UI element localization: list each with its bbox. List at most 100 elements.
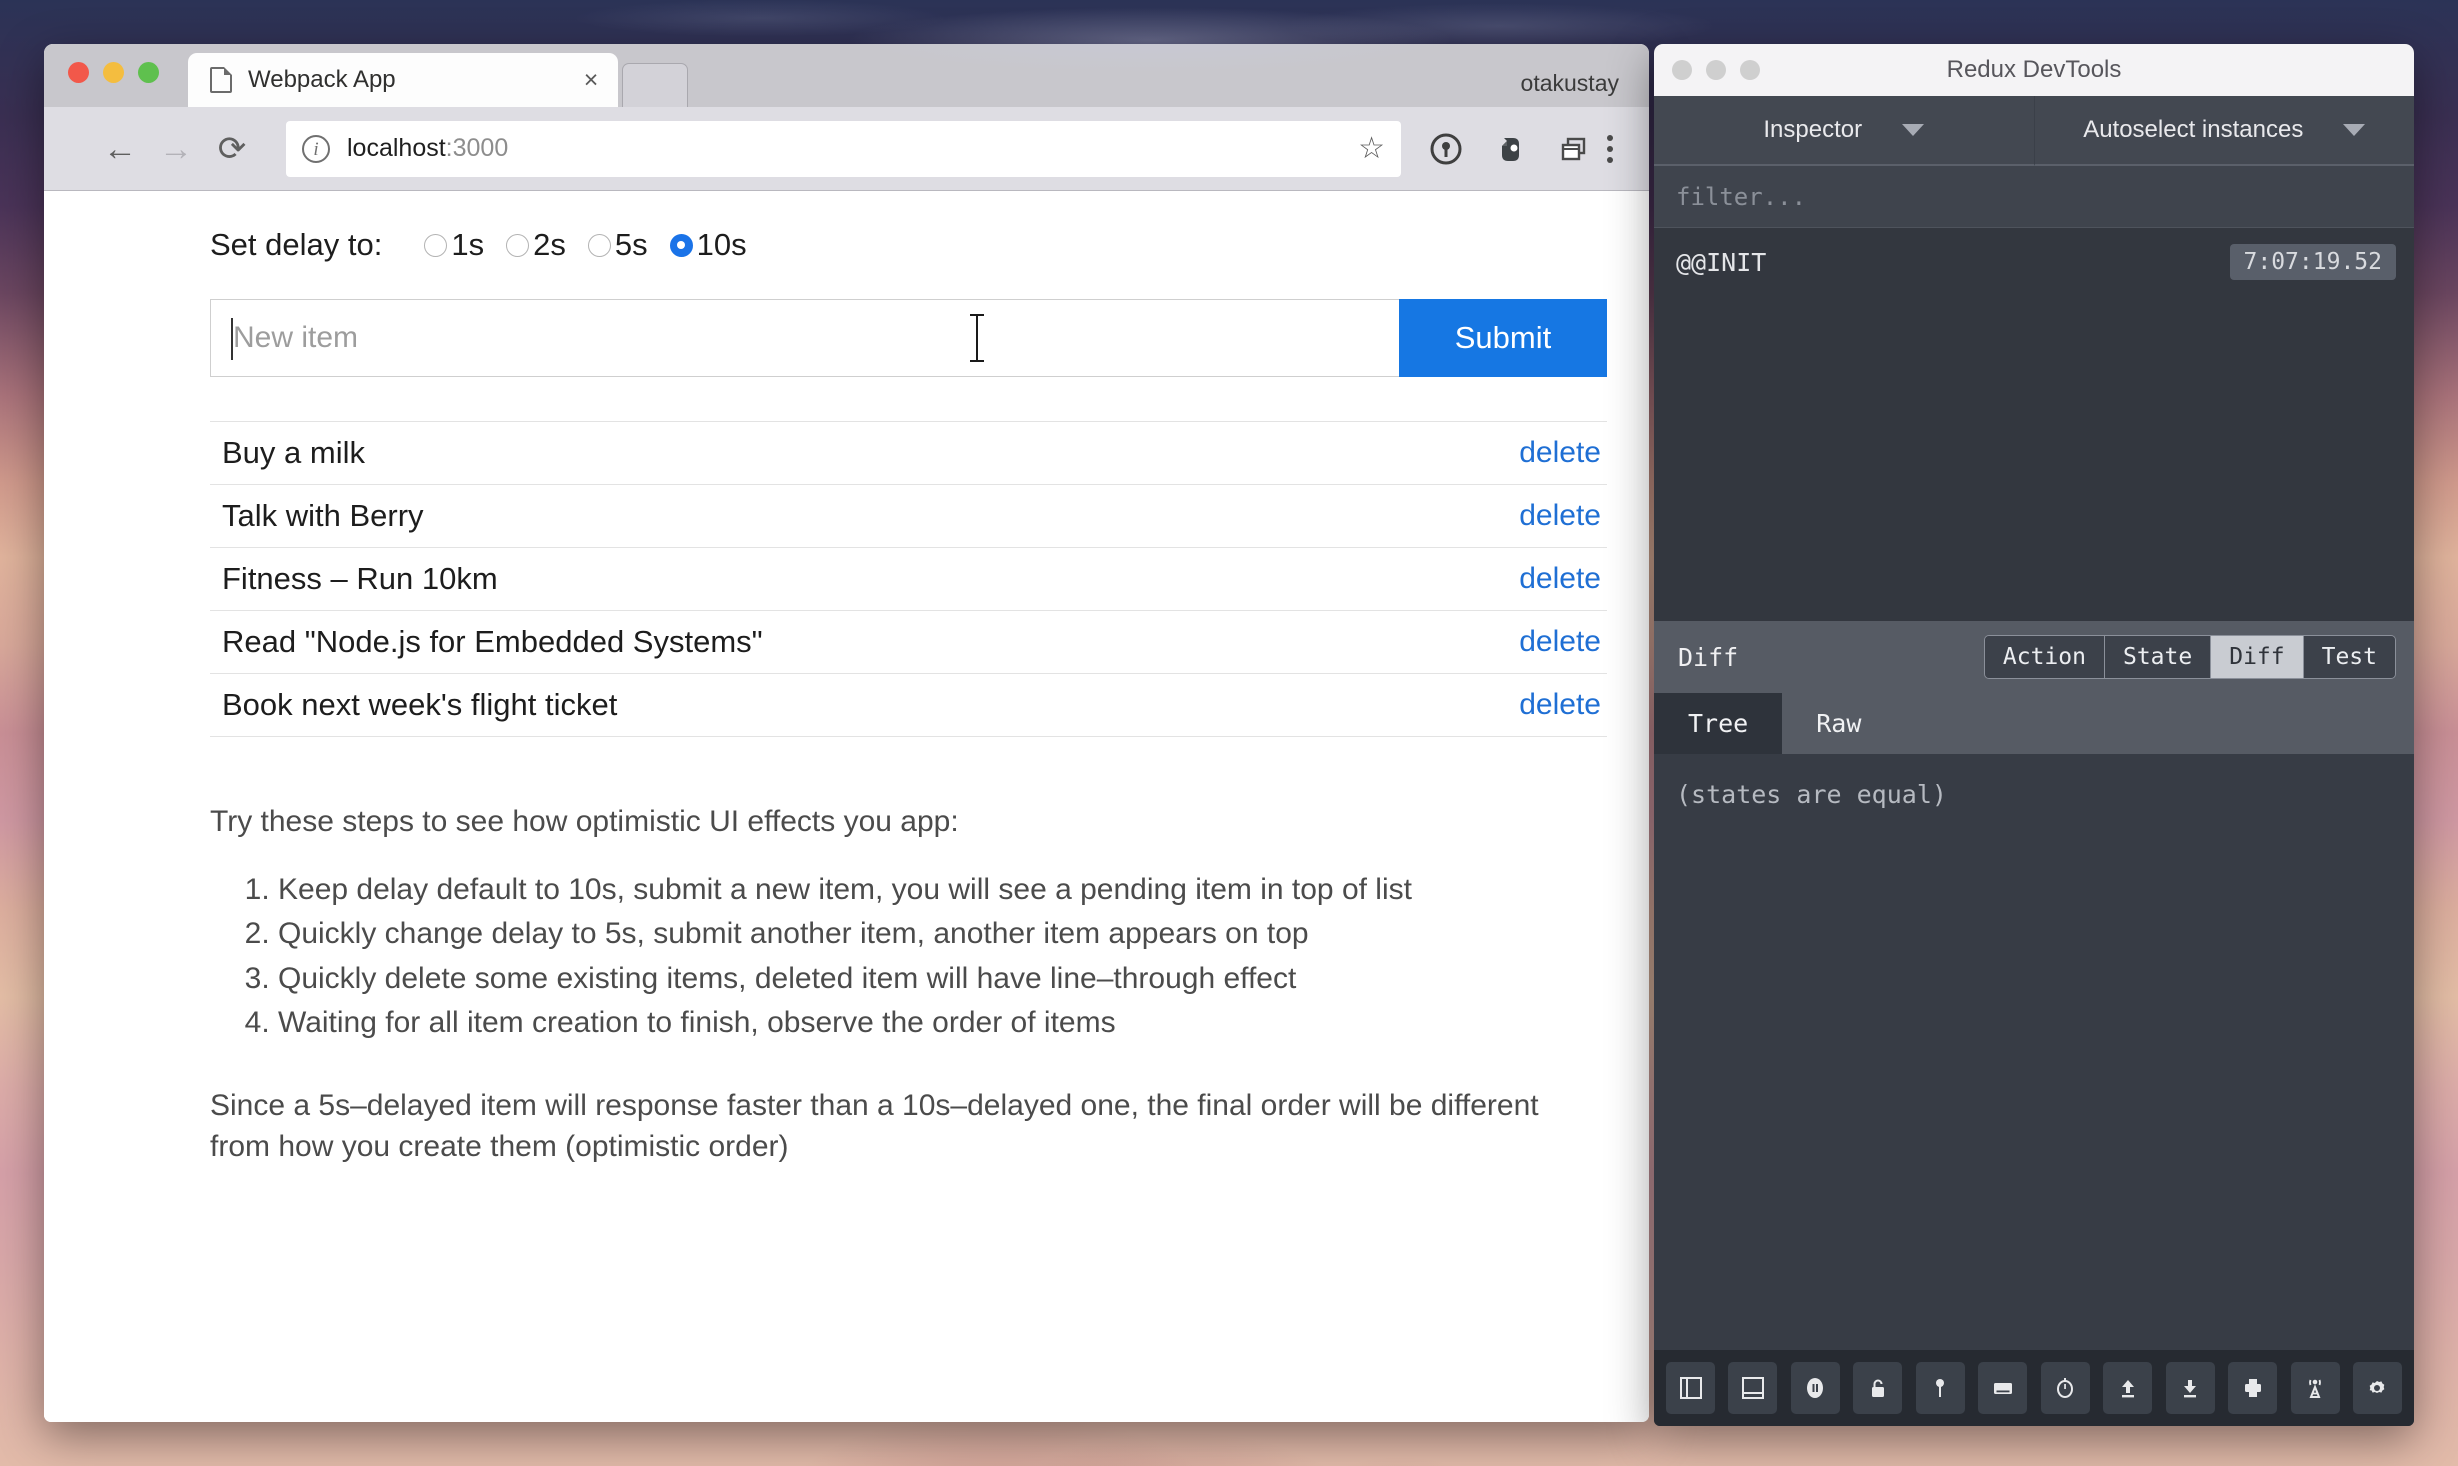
bookmark-star-icon[interactable]: ☆ — [1358, 133, 1385, 164]
broadcast-icon[interactable] — [2290, 1362, 2340, 1414]
three-dot-menu-icon[interactable] — [1593, 134, 1627, 163]
inspector-mode-label: Diff — [1678, 642, 1739, 672]
close-icon[interactable]: × — [574, 67, 618, 93]
gear-icon[interactable] — [2352, 1362, 2402, 1414]
radio-icon[interactable] — [587, 233, 611, 257]
instance-selector[interactable]: Autoselect instances — [2033, 96, 2414, 166]
page-icon — [210, 67, 232, 93]
browser-window: Webpack App × otakustay ← → ⟳ i localhos… — [44, 44, 1649, 1422]
maximize-window-button[interactable] — [1740, 60, 1760, 80]
new-item-input[interactable]: New item — [210, 299, 1399, 377]
action-list: @@INIT 7:07:19.52 — [1654, 228, 2414, 621]
url-host: localhost — [347, 134, 446, 162]
tab-action[interactable]: Action — [1984, 636, 2105, 678]
delay-option-1s[interactable]: 1s — [424, 227, 484, 263]
list-item: Keep delay default to 10s, submit a new … — [278, 871, 1607, 909]
delay-option-5s[interactable]: 5s — [587, 227, 648, 263]
list-item[interactable]: @@INIT 7:07:19.52 — [1654, 234, 2414, 290]
radio-icon-selected[interactable] — [669, 233, 693, 257]
timer-icon[interactable] — [2040, 1362, 2090, 1414]
delay-setting-row: Set delay to: 1s 2s 5s 10s — [210, 227, 1607, 263]
info-icon[interactable]: i — [302, 134, 330, 163]
password-manager-icon[interactable] — [1427, 130, 1465, 168]
tab-test[interactable]: Test — [2303, 636, 2395, 678]
todo-text: Fitness – Run 10km — [222, 561, 498, 596]
list-item: Quickly delete some existing items, dele… — [278, 960, 1607, 998]
instructions-intro: Try these steps to see how optimistic UI… — [210, 805, 959, 838]
inspector-subtabs: Tree Raw — [1654, 693, 2414, 754]
list-item: Quickly change delay to 5s, submit anoth… — [278, 915, 1607, 953]
maximize-window-button[interactable] — [138, 62, 159, 83]
pin-icon[interactable] — [1915, 1362, 1965, 1414]
reload-icon[interactable]: ⟳ — [204, 132, 260, 166]
tab-state[interactable]: State — [2104, 636, 2212, 678]
delete-link[interactable]: delete — [1519, 499, 1601, 533]
chevron-down-icon — [2343, 124, 2366, 136]
devtools-selectors: Inspector Autoselect instances — [1654, 96, 2414, 166]
todo-text: Book next week's flight ticket — [222, 687, 618, 722]
action-name: @@INIT — [1676, 247, 1767, 277]
inspector-tabs: Action State Diff Test — [1983, 635, 2396, 679]
tab-diff[interactable]: Diff — [2211, 636, 2304, 678]
delete-link[interactable]: delete — [1519, 625, 1601, 659]
back-icon[interactable]: ← — [92, 132, 148, 166]
devtools-titlebar: Redux DevTools — [1654, 44, 2414, 96]
delay-option-2s[interactable]: 2s — [506, 227, 566, 263]
action-filter-input[interactable]: filter... — [1654, 166, 2414, 228]
dock-right-icon[interactable] — [1666, 1362, 1715, 1414]
forward-icon[interactable]: → — [148, 132, 204, 166]
print-icon[interactable] — [2228, 1362, 2278, 1414]
radio-icon[interactable] — [506, 233, 530, 257]
instance-selector-label: Autoselect instances — [2083, 116, 2304, 143]
todo-list: Buy a milk delete Talk with Berry delete… — [210, 421, 1607, 737]
monitor-selector[interactable]: Inspector — [1654, 96, 2034, 166]
radio-icon[interactable] — [424, 233, 448, 257]
profile-name[interactable]: otakustay — [1521, 70, 1619, 97]
browser-toolbar: ← → ⟳ i localhost:3000 ☆ — [44, 107, 1649, 191]
devtools-bottom-toolbar — [1654, 1350, 2414, 1426]
browser-tab[interactable]: Webpack App × — [188, 53, 618, 107]
instructions-steps: Keep delay default to 10s, submit a new … — [210, 871, 1607, 1043]
delete-link[interactable]: delete — [1519, 562, 1601, 596]
address-bar-url: localhost:3000 — [347, 134, 508, 163]
extension-icons — [1419, 130, 1593, 168]
delay-option-label: 1s — [451, 227, 485, 262]
inspector-toolbar: Diff Action State Diff Test — [1654, 621, 2414, 693]
download-icon[interactable] — [2165, 1362, 2215, 1414]
new-tab-button[interactable] — [622, 63, 688, 107]
keyboard-icon[interactable] — [1978, 1362, 2028, 1414]
delete-link[interactable]: delete — [1519, 436, 1601, 470]
evernote-icon[interactable] — [1491, 130, 1529, 168]
close-window-button[interactable] — [1672, 60, 1692, 80]
upload-icon[interactable] — [2103, 1362, 2153, 1414]
delay-option-10s[interactable]: 10s — [669, 227, 747, 263]
close-window-button[interactable] — [68, 62, 89, 83]
desktop-wallpaper: Webpack App × otakustay ← → ⟳ i localhos… — [0, 0, 2458, 1466]
dock-bottom-icon[interactable] — [1728, 1362, 1778, 1414]
devtools-title: Redux DevTools — [1946, 56, 2122, 83]
tab-raw[interactable]: Raw — [1782, 693, 1895, 754]
table-row: Buy a milk delete — [210, 422, 1607, 485]
lock-icon[interactable] — [1853, 1362, 1903, 1414]
minimize-window-button[interactable] — [103, 62, 124, 83]
table-row: Book next week's flight ticket delete — [210, 674, 1607, 737]
instructions-closing: Since a 5s–delayed item will response fa… — [210, 1088, 1539, 1163]
table-row: Fitness – Run 10km delete — [210, 548, 1607, 611]
table-row: Read "Node.js for Embedded Systems" dele… — [210, 611, 1607, 674]
minimize-window-button[interactable] — [1706, 60, 1726, 80]
pause-icon[interactable] — [1790, 1362, 1840, 1414]
address-bar[interactable]: i localhost:3000 ☆ — [286, 120, 1401, 177]
redux-devtools-window: Redux DevTools Inspector Autoselect inst… — [1654, 44, 2414, 1426]
window-copy-icon[interactable] — [1555, 130, 1593, 168]
delete-link[interactable]: delete — [1519, 688, 1601, 722]
delay-option-label: 2s — [533, 227, 566, 262]
chevron-down-icon — [1902, 124, 1925, 136]
new-item-form: New item Submit — [210, 299, 1607, 377]
delay-option-label: 10s — [696, 227, 747, 262]
page-viewport: Set delay to: 1s 2s 5s 10s New item Subm… — [44, 191, 1649, 1422]
submit-button[interactable]: Submit — [1399, 299, 1607, 377]
todo-text: Read "Node.js for Embedded Systems" — [222, 624, 763, 659]
delay-label: Set delay to: — [210, 227, 383, 262]
tab-tree[interactable]: Tree — [1654, 693, 1783, 754]
monitor-selector-label: Inspector — [1763, 116, 1863, 143]
